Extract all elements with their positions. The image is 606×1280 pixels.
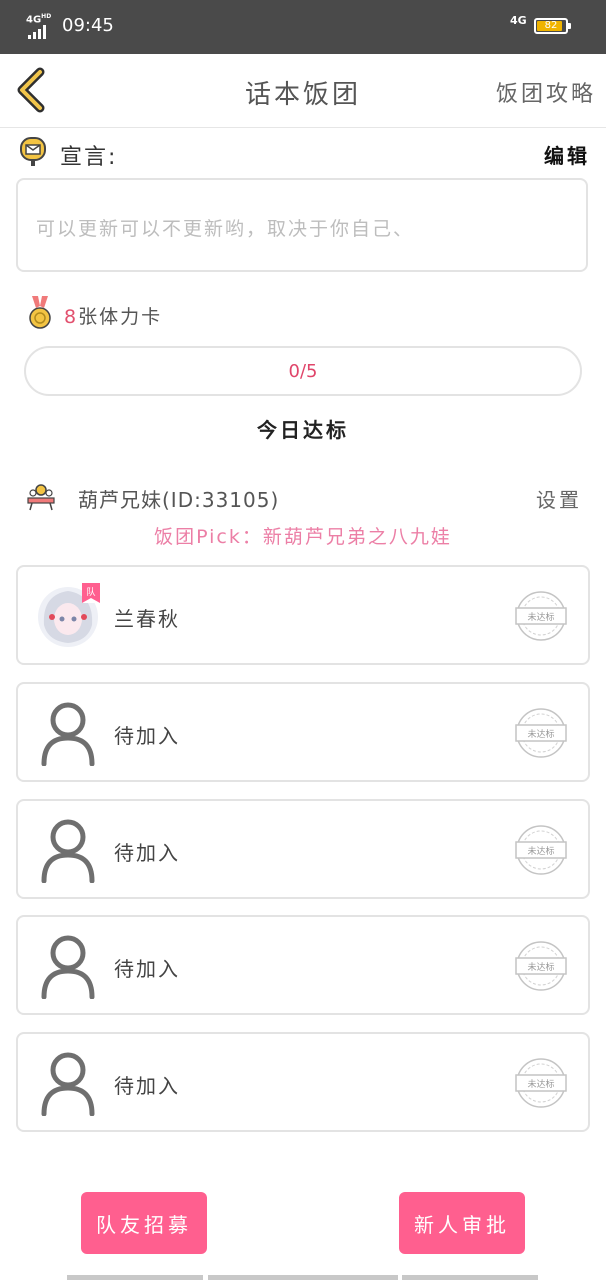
member-card[interactable]: 队 兰春秋 未达标: [16, 565, 590, 665]
stamina-number: 8: [64, 306, 79, 328]
stamina-suffix: 张体力卡: [78, 306, 163, 328]
member-name: 兰春秋: [114, 607, 180, 631]
group-table-icon: [27, 484, 55, 511]
edit-button[interactable]: 编辑: [544, 140, 590, 169]
not-qualified-stamp: 未达标: [515, 591, 567, 641]
member-avatar: 队: [38, 583, 100, 647]
svg-text:未达标: 未达标: [527, 611, 554, 623]
member-card[interactable]: 待加入 未达标: [16, 915, 590, 1015]
status-right: 4G 82: [510, 14, 580, 40]
not-qualified-stamp: 未达标: [515, 941, 567, 991]
member-card[interactable]: 待加入 未达标: [16, 1032, 590, 1132]
svg-text:未达标: 未达标: [527, 1078, 554, 1090]
declaration-header: 宣言: 编辑: [18, 136, 590, 170]
progress-bar: 0/5: [24, 346, 582, 396]
member-card[interactable]: 待加入 未达标: [16, 682, 590, 782]
signal-icon: [28, 25, 46, 39]
group-name: 葫芦兄妹(ID:33105): [78, 488, 280, 512]
person-placeholder-icon: [41, 702, 95, 766]
not-qualified-stamp: 未达标: [515, 1058, 567, 1108]
newcomer-approval-button[interactable]: 新人审批: [399, 1192, 525, 1254]
member-name: 待加入: [114, 957, 180, 981]
svg-text:队: 队: [86, 586, 95, 598]
leader-badge: 队: [82, 583, 100, 603]
person-placeholder-icon: [41, 1052, 95, 1116]
progress-text: 0/5: [288, 361, 318, 382]
nav-bar: 话本饭团 饭团攻略: [0, 54, 606, 128]
not-qualified-stamp: 未达标: [515, 708, 567, 758]
person-placeholder-icon: [41, 935, 95, 999]
network-label: 4GHD: [26, 13, 52, 26]
group-pick: 饭团Pick：新葫芦兄弟之八九娃: [154, 526, 452, 548]
declaration-box[interactable]: 可以更新可以不更新哟，取决于你自己、: [16, 178, 588, 272]
settings-button[interactable]: 设置: [536, 484, 582, 513]
network-right-label: 4G: [510, 14, 527, 27]
member-card[interactable]: 待加入 未达标: [16, 799, 590, 899]
home-indicator-segment: [67, 1275, 203, 1280]
medal-icon: [29, 296, 51, 329]
member-name: 待加入: [114, 1074, 180, 1098]
battery-tip: [568, 23, 571, 29]
home-indicator-segment: [208, 1275, 398, 1280]
stamina-count: 8张体力卡: [64, 302, 162, 329]
svg-text:未达标: 未达标: [527, 845, 554, 857]
status-bar: 4GHD 09:45 4G 82: [0, 0, 606, 54]
member-name: 待加入: [114, 724, 180, 748]
battery-icon: 82: [534, 18, 568, 34]
not-qualified-stamp: 未达标: [515, 825, 567, 875]
svg-text:未达标: 未达标: [527, 728, 554, 740]
mailbox-icon: [20, 137, 46, 166]
status-time: 09:45: [62, 15, 114, 36]
svg-text:未达标: 未达标: [527, 961, 554, 973]
home-indicator-segment: [402, 1275, 538, 1280]
battery-level: 82: [544, 20, 558, 31]
person-placeholder-icon: [41, 819, 95, 883]
declaration-text: 可以更新可以不更新哟，取决于你自己、: [36, 218, 415, 240]
recruit-teammates-button[interactable]: 队友招募: [81, 1192, 207, 1254]
declaration-label: 宣言:: [60, 145, 118, 170]
guide-link[interactable]: 饭团攻略: [496, 76, 596, 108]
today-target-label: 今日达标: [257, 418, 349, 442]
member-name: 待加入: [114, 841, 180, 865]
group-header: 葫芦兄妹(ID:33105) 设置: [26, 480, 582, 514]
